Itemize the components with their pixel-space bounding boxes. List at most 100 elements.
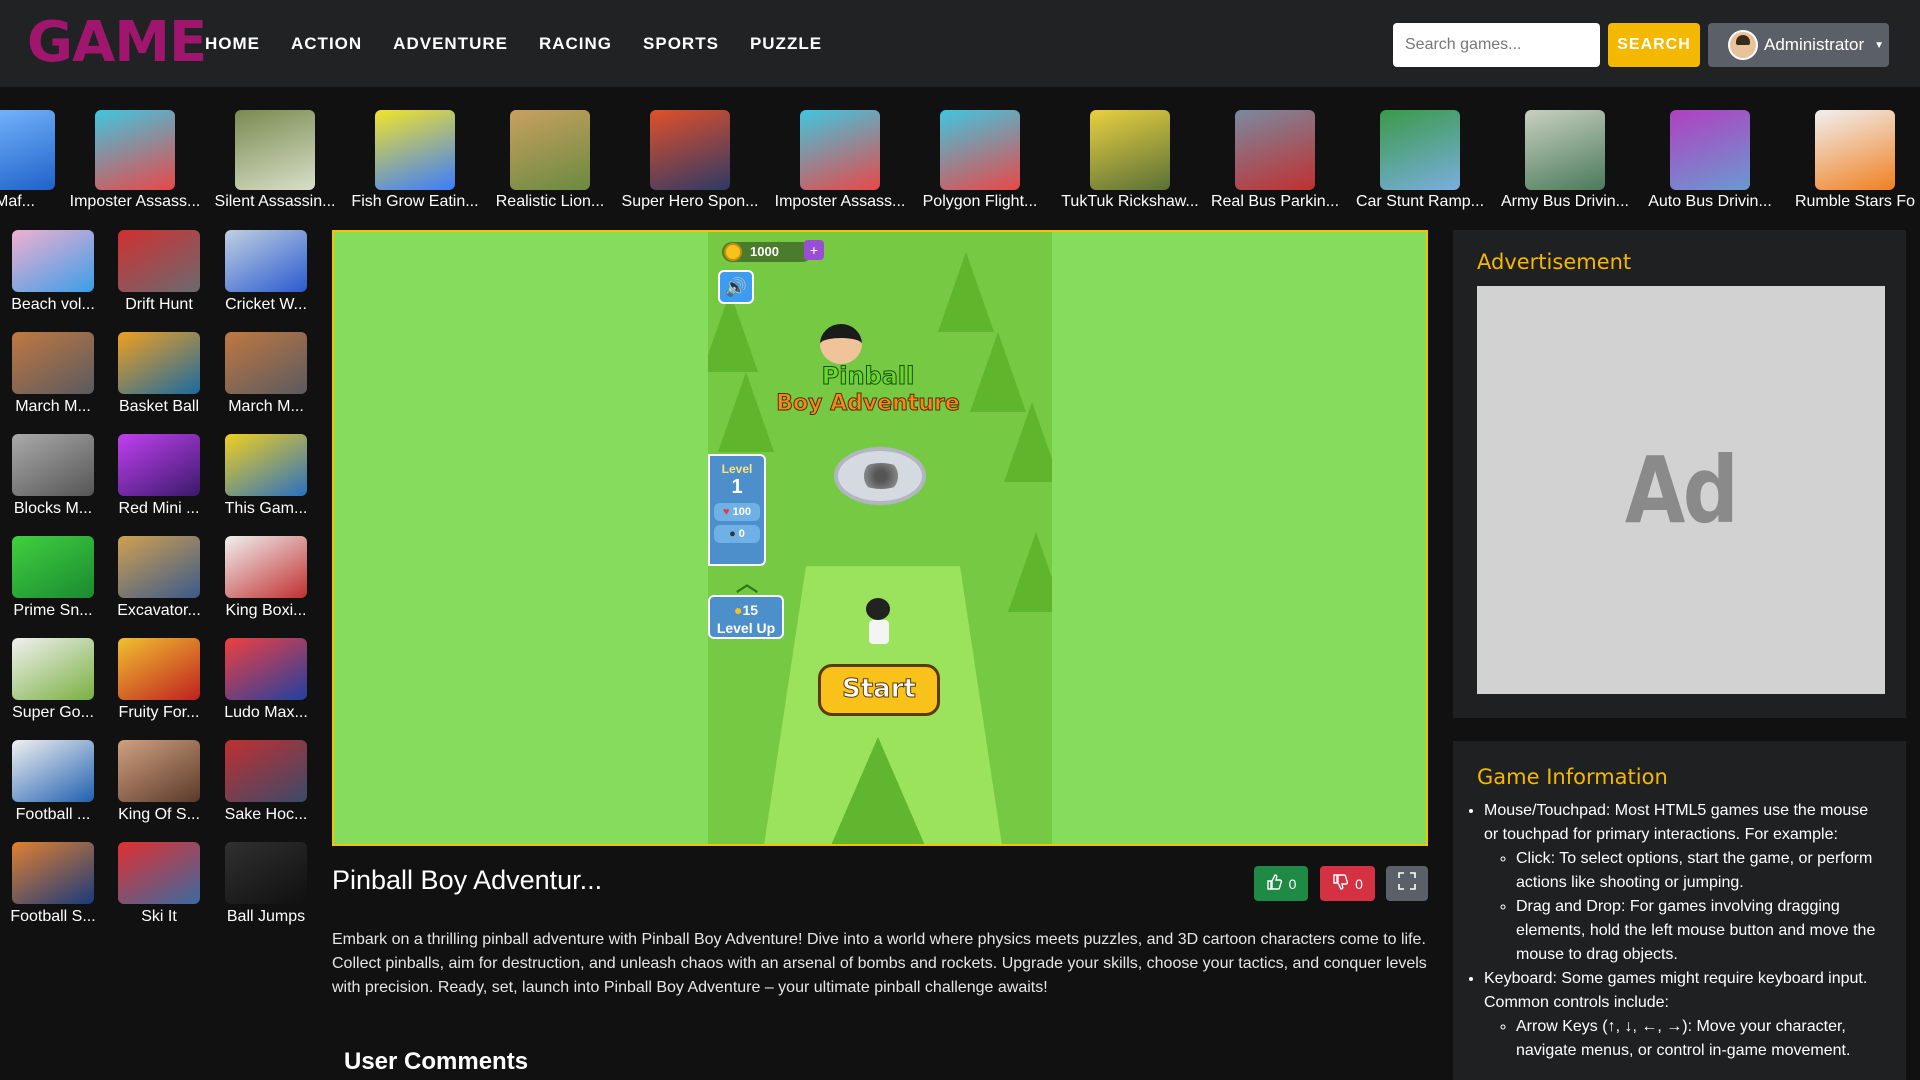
nav-sports[interactable]: SPORTS	[643, 34, 719, 54]
game-thumbnail	[225, 638, 307, 700]
nav-adventure[interactable]: ADVENTURE	[393, 34, 508, 54]
start-button[interactable]: Start	[818, 664, 940, 716]
game-name: Ludo Max...	[224, 704, 308, 721]
side-game-card[interactable]: Prime Sn...	[3, 536, 103, 620]
info-title: Game Information	[1477, 765, 1668, 789]
game-thumbnail	[1815, 110, 1895, 190]
side-game-card[interactable]: This Gam...	[216, 434, 316, 518]
top-game-card[interactable]: Auto Bus Drivin...	[1635, 110, 1785, 211]
game-name: Red Mini ...	[118, 500, 200, 517]
game-thumbnail	[940, 110, 1020, 190]
top-game-card[interactable]: Imposter Assass...	[765, 110, 915, 211]
game-thumbnail	[510, 110, 590, 190]
game-frame[interactable]: 1000 + 🔊 Pinball Boy Adventure Level 1 ♥…	[332, 230, 1428, 846]
dislike-button[interactable]: 0	[1320, 866, 1375, 901]
side-game-card[interactable]: Beach vol...	[3, 230, 103, 314]
info-item: Keyboard: Some games might require keybo…	[1484, 967, 1883, 1063]
side-game-card[interactable]: Football ...	[3, 740, 103, 824]
side-game-card[interactable]: Excavator...	[109, 536, 209, 620]
side-game-card[interactable]: Super Go...	[3, 638, 103, 722]
game-name: This Gam...	[224, 500, 308, 517]
game-name: King Of S...	[118, 806, 200, 823]
game-description: Embark on a thrilling pinball adventure …	[332, 931, 1427, 996]
side-game-card[interactable]: Cricket W...	[216, 230, 316, 314]
game-name: King Boxi...	[225, 602, 307, 619]
game-name: Sake Hoc...	[224, 806, 308, 823]
game-name: Fruity For...	[118, 704, 200, 721]
top-game-card[interactable]: Super Hero Spon...	[615, 110, 765, 211]
game-name: TukTuk Rickshaw...	[1061, 193, 1199, 210]
side-game-card[interactable]: Ludo Max...	[216, 638, 316, 722]
user-menu-button[interactable]: Administrator ▼	[1708, 23, 1889, 67]
add-coins-button[interactable]: +	[804, 240, 824, 260]
game-thumbnail	[95, 110, 175, 190]
search-button[interactable]: SEARCH	[1608, 23, 1700, 67]
coin-counter: 1000	[722, 242, 812, 262]
side-game-card[interactable]: March M...	[216, 332, 316, 416]
game-name: Beach vol...	[11, 296, 95, 313]
top-game-card[interactable]: Army Bus Drivin...	[1490, 110, 1640, 211]
game-thumbnail	[118, 638, 200, 700]
nav-action[interactable]: ACTION	[291, 34, 362, 54]
game-name: Fish Grow Eatin...	[351, 193, 479, 210]
side-game-card[interactable]: Fruity For...	[109, 638, 209, 722]
side-game-card[interactable]: Sake Hoc...	[216, 740, 316, 824]
like-button[interactable]: 0	[1254, 866, 1308, 901]
side-game-card[interactable]: Ball Jumps	[216, 842, 316, 926]
game-name: Ball Jumps	[226, 908, 306, 925]
game-name: Rumble Stars Fo	[1794, 193, 1916, 210]
top-game-card[interactable]: Car Stunt Ramp...	[1345, 110, 1495, 211]
game-name: March M...	[228, 398, 304, 415]
game-thumbnail	[12, 740, 94, 802]
game-thumbnail	[12, 434, 94, 496]
game-title: Pinball Boy Adventur...	[332, 865, 603, 895]
game-logo-line1: Pinball	[821, 362, 915, 391]
side-game-card[interactable]: Ski It	[109, 842, 209, 926]
game-name: Ski It	[141, 908, 177, 925]
game-thumbnail	[118, 230, 200, 292]
top-game-card[interactable]: Silent Assassin...	[200, 110, 350, 211]
side-game-card[interactable]: Blocks M...	[3, 434, 103, 518]
side-game-card[interactable]: Football S...	[3, 842, 103, 926]
top-game-card[interactable]: Real Bus Parkin...	[1200, 110, 1350, 211]
top-game-card[interactable]: Rumble Stars Fo	[1780, 110, 1920, 211]
tree-icon	[1004, 402, 1052, 482]
top-game-card[interactable]: Realistic Lion...	[475, 110, 625, 211]
top-game-card[interactable]: TukTuk Rickshaw...	[1055, 110, 1205, 211]
nav-racing[interactable]: RACING	[539, 34, 612, 54]
top-game-card[interactable]: Fish Grow Eatin...	[340, 110, 490, 211]
side-game-card[interactable]: Red Mini ...	[109, 434, 209, 518]
game-thumbnail	[225, 536, 307, 598]
fullscreen-button[interactable]	[1386, 866, 1428, 901]
ad-text: Ad	[1625, 436, 1739, 544]
side-game-card[interactable]: Drift Hunt	[109, 230, 209, 314]
navbar: GAME HOME ACTION ADVENTURE RACING SPORTS…	[0, 0, 1920, 87]
side-game-card[interactable]: King Of S...	[109, 740, 209, 824]
player-character	[866, 598, 892, 648]
game-name: Imposter Assass...	[69, 193, 201, 210]
game-thumbnail	[650, 110, 730, 190]
search-input[interactable]	[1393, 23, 1600, 67]
game-canvas[interactable]: 1000 + 🔊 Pinball Boy Adventure Level 1 ♥…	[708, 232, 1052, 844]
game-name: Realistic Lion...	[495, 193, 605, 210]
nav-links: HOME ACTION ADVENTURE RACING SPORTS PUZZ…	[205, 0, 853, 87]
top-games-strip: Maf... Imposter Assass... Silent Assassin.…	[0, 110, 1920, 215]
side-game-card[interactable]: March M...	[3, 332, 103, 416]
site-logo[interactable]: GAME	[27, 12, 207, 74]
game-thumbnail	[225, 332, 307, 394]
game-name: Prime Sn...	[13, 602, 93, 619]
game-name: Cricket W...	[225, 296, 307, 313]
level-up-button[interactable]: ●15 Level Up	[708, 595, 784, 639]
sound-icon[interactable]: 🔊	[718, 270, 754, 304]
tree-icon	[826, 737, 930, 844]
side-game-card[interactable]: Basket Ball	[109, 332, 209, 416]
side-game-card[interactable]: King Boxi...	[216, 536, 316, 620]
nav-puzzle[interactable]: PUZZLE	[750, 34, 822, 54]
top-game-card[interactable]: Imposter Assass...	[60, 110, 210, 211]
ad-placeholder[interactable]: Ad	[1477, 286, 1885, 694]
top-game-card[interactable]: Polygon Flight...	[905, 110, 1055, 211]
game-thumbnail	[118, 332, 200, 394]
game-thumbnail	[118, 434, 200, 496]
nav-home[interactable]: HOME	[205, 34, 260, 54]
bomb-stat: ● 0	[714, 525, 760, 543]
